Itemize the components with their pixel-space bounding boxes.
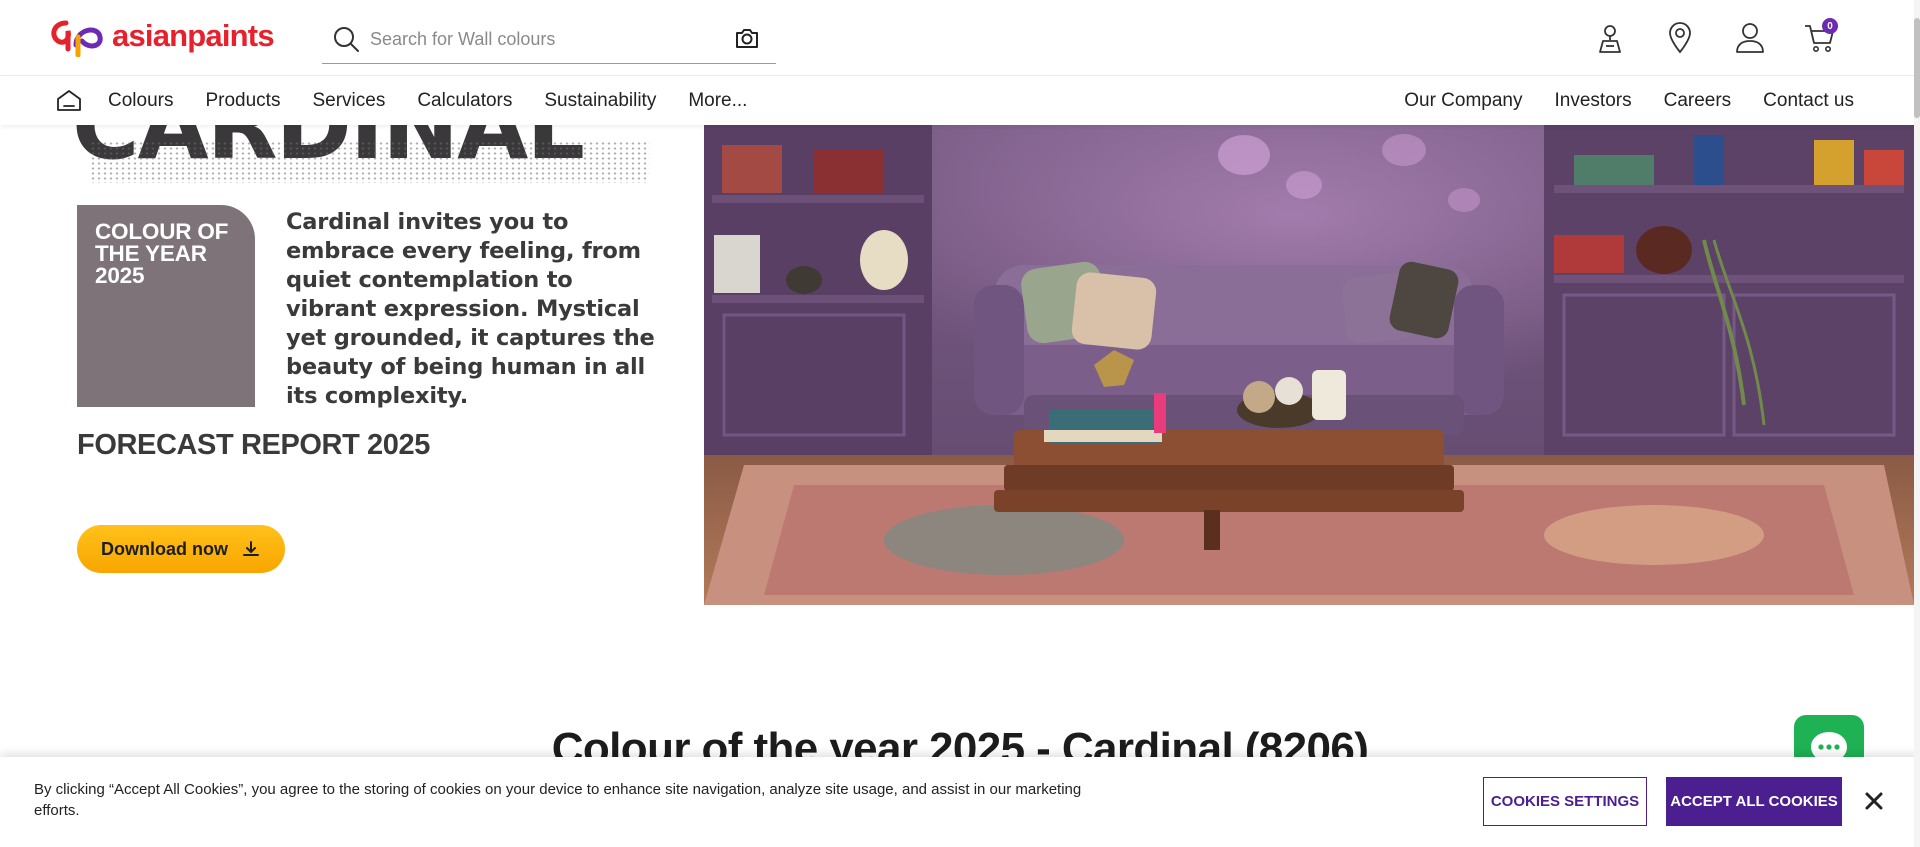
nav-item-more[interactable]: More... [688,90,747,112]
search-bar[interactable] [322,14,776,64]
nav-item-careers[interactable]: Careers [1664,90,1732,112]
main-nav: Colours Products Services Calculators Su… [0,76,1920,125]
close-icon[interactable] [1862,789,1886,813]
badge-line-3: 2025 [95,263,145,288]
hero-room-image [704,125,1914,605]
nav-primary: Colours Products Services Calculators Su… [108,76,747,125]
cookie-banner: By clicking “Accept All Cookies”, you ag… [0,757,1920,847]
location-pin-icon[interactable] [1662,20,1698,56]
nav-item-products[interactable]: Products [205,90,280,112]
nav-item-colours[interactable]: Colours [108,90,173,112]
nav-item-investors[interactable]: Investors [1555,90,1632,112]
user-icon[interactable] [1732,20,1768,56]
cart-count-badge: 0 [1822,18,1838,34]
camera-icon[interactable] [734,26,760,50]
download-icon [242,541,259,556]
nav-item-services[interactable]: Services [312,90,385,112]
hero-text-panel: CARDINAL COLOUR OF THE YEAR 2025 Cardina… [0,125,704,605]
nav-item-contact-us[interactable]: Contact us [1763,90,1854,112]
badge-line-1: COLOUR OF [95,219,229,244]
download-now-button[interactable]: Download now [77,525,285,573]
speckle-texture [90,141,650,183]
search-icon[interactable] [332,25,360,53]
brand-name: asianpaints [112,18,275,53]
living-room-illustration [704,125,1914,605]
scrollbar-thumb[interactable] [1914,18,1920,118]
cookie-consent-text: By clicking “Accept All Cookies”, you ag… [34,781,1082,819]
cookies-settings-button[interactable]: COOKIES SETTINGS [1483,777,1647,826]
nav-item-sustainability[interactable]: Sustainability [544,90,656,112]
download-button-label: Download now [101,538,228,559]
hero-description: Cardinal invites you to embrace every fe… [286,209,655,409]
nav-item-our-company[interactable]: Our Company [1404,90,1522,112]
brand-logo[interactable]: asianpaints [48,14,275,58]
home-icon[interactable] [56,88,82,112]
nav-corporate: Our Company Investors Careers Contact us [1404,76,1854,125]
nav-item-calculators[interactable]: Calculators [417,90,512,112]
search-input[interactable] [370,24,710,54]
page-scrollbar[interactable] [1914,0,1920,847]
forecast-report-heading: FORECAST REPORT 2025 [77,429,430,461]
top-header: asianpaints Search for Wall colours 0 [0,0,1920,76]
badge-line-2: THE YEAR [95,241,207,266]
brand-logo-mark-icon [51,20,103,57]
accept-all-cookies-button[interactable]: ACCEPT ALL COOKIES [1666,777,1842,826]
colour-of-the-year-badge: COLOUR OF THE YEAR 2025 [77,205,255,407]
store-locator-icon[interactable] [1592,20,1628,56]
cart-icon[interactable]: 0 [1802,18,1838,56]
